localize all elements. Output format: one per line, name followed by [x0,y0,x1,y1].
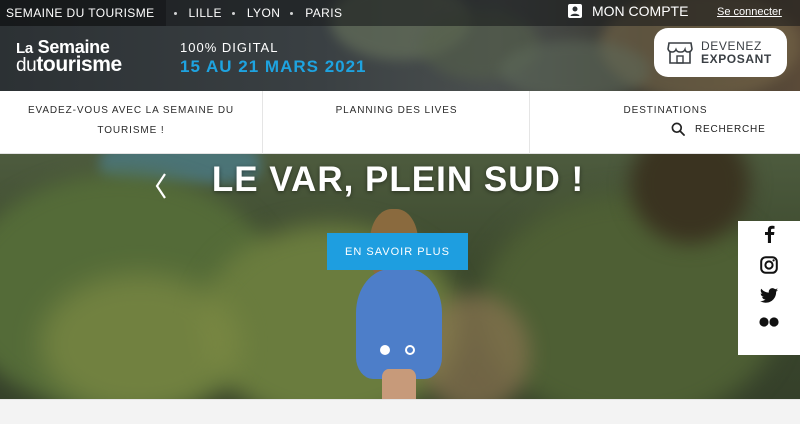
home-link[interactable]: SEMAINE DU TOURISME [0,0,166,26]
social-sidebar [738,221,800,355]
become-exhibitor-button[interactable]: DEVENEZ EXPOSANT [654,28,787,77]
separator-dot [173,11,177,15]
account-link[interactable]: MON COMPTE [568,3,688,19]
account-label: MON COMPTE [592,3,689,19]
event-dates: 15 AU 21 MARS 2021 [180,57,367,76]
event-format: 100% DIGITAL [180,40,279,55]
hero-person [356,269,442,379]
city-link-paris[interactable]: PARIS [293,0,352,26]
city-link-lyon[interactable]: LYON [235,0,290,26]
city-link-lille[interactable]: LILLE [177,0,232,26]
hero-person [382,369,416,399]
login-link[interactable]: Se connecter [717,6,782,18]
nav-label: PLANNING DES LIVES [335,105,458,116]
search-icon [671,122,685,136]
slider-dot-2[interactable] [405,345,415,355]
separator-dot [290,11,294,15]
slider-dot-1[interactable] [380,345,390,355]
main-nav: EVADEZ-VOUS AVEC LA SEMAINE DU TOURISME … [0,91,800,154]
flickr-icon[interactable] [759,312,779,332]
exhibitor-line1: DEVENEZ [701,38,762,53]
nav-item-destinations[interactable]: DESTINATIONS RECHERCHE [531,91,800,154]
hero-title: LE VAR, PLEIN SUD ! [0,160,800,200]
hero-title-text: LE VAR, PLEIN SUD ! [211,160,585,199]
facebook-icon[interactable] [759,224,779,244]
instagram-icon[interactable] [759,255,779,275]
user-icon [568,4,582,18]
hero-slider: LE VAR, PLEIN SUD ! EN SAVOIR PLUS [0,154,800,399]
search-label: RECHERCHE [695,123,766,135]
twitter-icon[interactable] [759,285,779,305]
logo-du: du [16,55,37,76]
learn-more-button[interactable]: EN SAVOIR PLUS [327,233,468,270]
separator-dot [231,11,235,15]
nav-item-planning[interactable]: PLANNING DES LIVES [264,91,530,154]
exhibitor-line2: EXPOSANT [701,51,772,66]
page-content-start [0,399,800,424]
nav-item-evadez[interactable]: EVADEZ-VOUS AVEC LA SEMAINE DU TOURISME … [0,91,263,154]
nav-label: DESTINATIONS [623,105,708,116]
nav-label: EVADEZ-VOUS AVEC LA SEMAINE DU TOURISME … [27,105,235,136]
shop-icon [667,41,693,64]
site-logo[interactable]: La Semaine dutourisme [16,38,122,75]
search-button[interactable]: RECHERCHE [671,122,766,136]
logo-tourisme: tourisme [36,53,122,76]
